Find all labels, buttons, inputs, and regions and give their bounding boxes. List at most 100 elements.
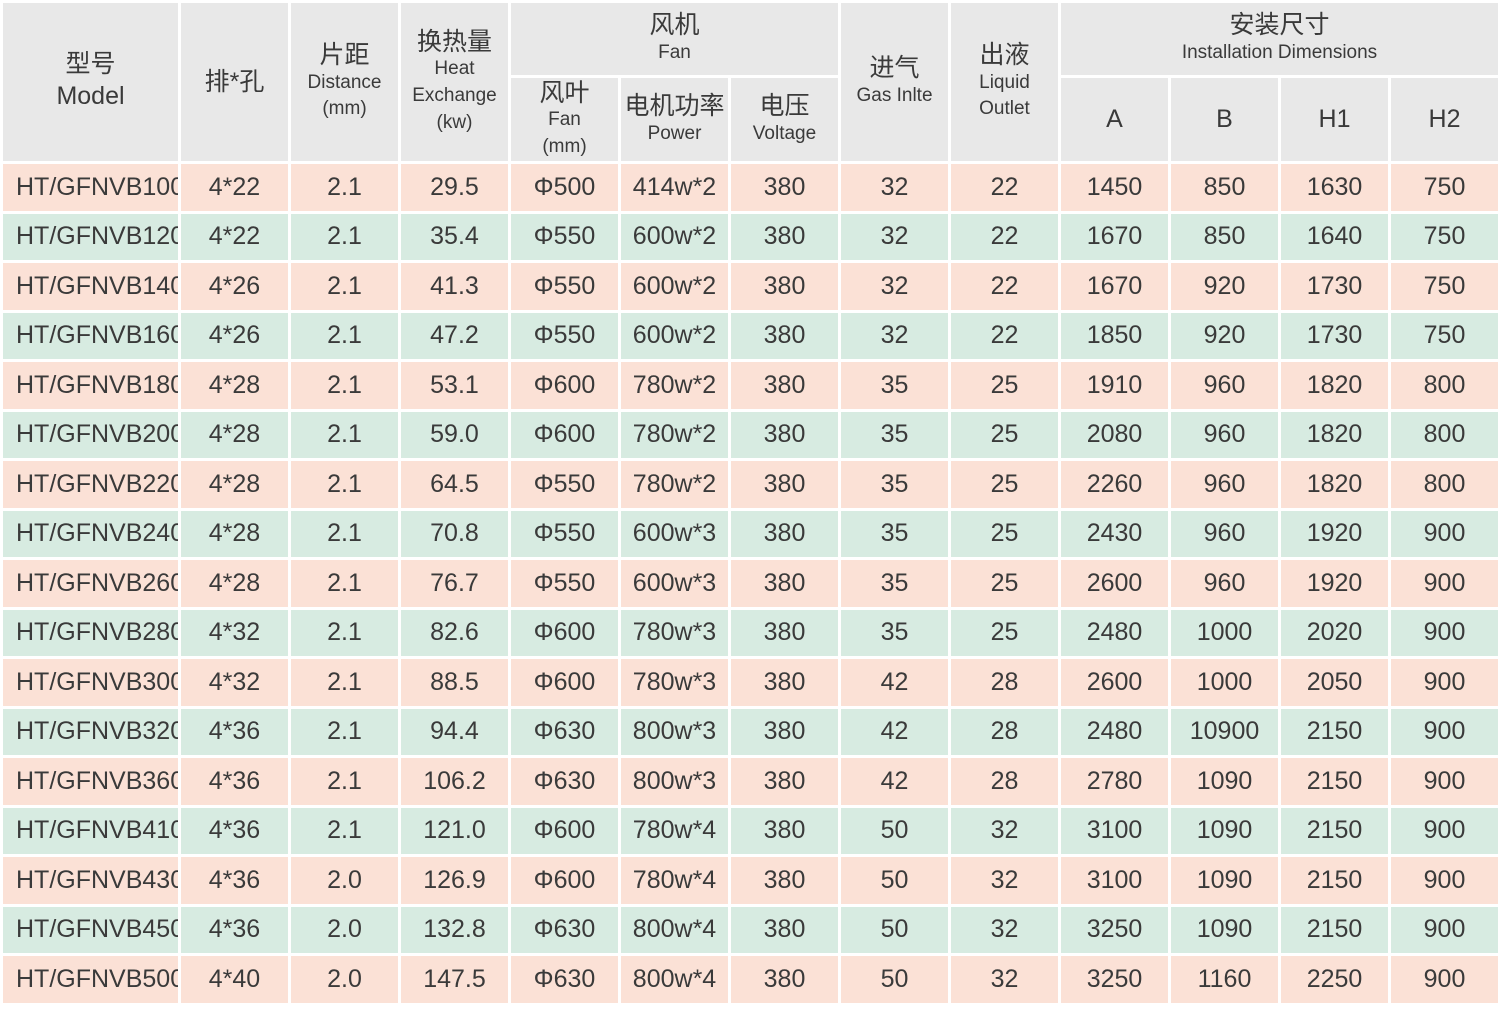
cell-heat-exchange: 88.5 — [401, 659, 508, 706]
cell-dim-h1: 1820 — [1281, 461, 1388, 508]
cell-heat-exchange: 76.7 — [401, 560, 508, 607]
cell-heat-exchange: 94.4 — [401, 708, 508, 755]
table-row: HT/GFNVB260 4*28 2.1 76.7 Φ550 600w*3 380 35 25 2… — [3, 560, 1498, 607]
cell-voltage: 380 — [731, 708, 838, 755]
cell-liquid-outlet: 25 — [951, 560, 1058, 607]
cell-liquid-outlet: 25 — [951, 510, 1058, 557]
cell-voltage: 380 — [731, 213, 838, 260]
cell-motor-power: 600w*2 — [621, 263, 728, 310]
header-heat-exchange-zh: 换热量 — [416, 27, 492, 56]
cell-dim-h2: 900 — [1391, 609, 1498, 656]
cell-dim-h2: 900 — [1391, 956, 1498, 1003]
cell-fan-blade: Φ550 — [511, 510, 618, 557]
cell-fan-blade: Φ550 — [511, 461, 618, 508]
header-voltage-en: Voltage — [752, 122, 817, 144]
cell-rows-holes: 4*28 — [181, 560, 288, 607]
cell-dim-a: 2600 — [1061, 659, 1168, 706]
table-row: HT/GFNVB280 4*32 2.1 82.6 Φ600 780w*3 380 35 25 2… — [3, 609, 1498, 656]
cell-distance: 2.1 — [291, 560, 398, 607]
cell-dim-h1: 1820 — [1281, 411, 1388, 458]
cell-model: HT/GFNVB120 — [3, 213, 178, 260]
table-row: HT/GFNVB160 4*26 2.1 47.2 Φ550 600w*2 380 32 22 1… — [3, 312, 1498, 359]
cell-motor-power: 800w*3 — [621, 758, 728, 805]
table-row: HT/GFNVB360 4*36 2.1 106.2 Φ630 800w*3 380 42 28… — [3, 758, 1498, 805]
cell-dim-b: 960 — [1171, 411, 1278, 458]
cell-heat-exchange: 82.6 — [401, 609, 508, 656]
cell-gas-inlet: 32 — [841, 164, 948, 211]
cell-dim-h1: 1920 — [1281, 560, 1388, 607]
cell-liquid-outlet: 28 — [951, 659, 1058, 706]
cell-dim-a: 1850 — [1061, 312, 1168, 359]
header-liquid-outlet-zh: 出液 — [979, 41, 1030, 70]
cell-dim-a: 3250 — [1061, 906, 1168, 953]
cell-motor-power: 780w*2 — [621, 362, 728, 409]
cell-heat-exchange: 64.5 — [401, 461, 508, 508]
cell-dim-h2: 900 — [1391, 758, 1498, 805]
table-row: HT/GFNVB300 4*32 2.1 88.5 Φ600 780w*3 380 42 28 2… — [3, 659, 1498, 706]
header-fan-en: Fan — [658, 42, 691, 64]
cell-fan-blade: Φ600 — [511, 411, 618, 458]
cell-dim-h1: 1920 — [1281, 510, 1388, 557]
header-install-dims-zh: 安装尺寸 — [1229, 11, 1330, 40]
cell-model: HT/GFNVB360 — [3, 758, 178, 805]
cell-dim-b: 10900 — [1171, 708, 1278, 755]
cell-motor-power: 780w*4 — [621, 857, 728, 904]
table-row: HT/GFNVB410 4*36 2.1 121.0 Φ600 780w*4 380 50 32… — [3, 807, 1498, 854]
cell-dim-h2: 900 — [1391, 857, 1498, 904]
cell-voltage: 380 — [731, 857, 838, 904]
cell-distance: 2.1 — [291, 807, 398, 854]
header-distance-zh: 片距 — [319, 41, 370, 70]
cell-rows-holes: 4*22 — [181, 164, 288, 211]
cell-distance: 2.1 — [291, 510, 398, 557]
cell-dim-h2: 800 — [1391, 461, 1498, 508]
cell-dim-b: 960 — [1171, 362, 1278, 409]
header-model-zh: 型号 — [65, 50, 116, 79]
cell-dim-h2: 900 — [1391, 906, 1498, 953]
cell-distance: 2.1 — [291, 708, 398, 755]
cell-model: HT/GFNVB300 — [3, 659, 178, 706]
cell-fan-blade: Φ550 — [511, 312, 618, 359]
cell-heat-exchange: 106.2 — [401, 758, 508, 805]
cell-dim-h1: 1630 — [1281, 164, 1388, 211]
cell-gas-inlet: 35 — [841, 510, 948, 557]
cell-heat-exchange: 126.9 — [401, 857, 508, 904]
cell-fan-blade: Φ550 — [511, 213, 618, 260]
cell-dim-a: 2260 — [1061, 461, 1168, 508]
cell-heat-exchange: 132.8 — [401, 906, 508, 953]
header-dim-h1: H1 — [1281, 78, 1388, 161]
cell-liquid-outlet: 32 — [951, 906, 1058, 953]
cell-model: HT/GFNVB180 — [3, 362, 178, 409]
table-row: HT/GFNVB240 4*28 2.1 70.8 Φ550 600w*3 380 35 25 2… — [3, 510, 1498, 557]
header-gas-inlet-en: Gas Inlte — [856, 85, 933, 107]
table-body: HT/GFNVB100 4*22 2.1 29.5 Φ500 414w*2 380 32 22 1… — [3, 164, 1498, 1003]
cell-liquid-outlet: 25 — [951, 362, 1058, 409]
header-fan: 风机 Fan — [511, 3, 838, 75]
header-install-dims-en: Installation Dimensions — [1181, 42, 1378, 64]
table-row: HT/GFNVB450 4*36 2.0 132.8 Φ630 800w*4 380 50 32… — [3, 906, 1498, 953]
cell-distance: 2.1 — [291, 758, 398, 805]
cell-rows-holes: 4*26 — [181, 263, 288, 310]
cell-motor-power: 800w*4 — [621, 906, 728, 953]
cell-distance: 2.1 — [291, 312, 398, 359]
cell-liquid-outlet: 22 — [951, 213, 1058, 260]
cell-voltage: 380 — [731, 461, 838, 508]
cell-dim-h2: 800 — [1391, 411, 1498, 458]
cell-fan-blade: Φ600 — [511, 609, 618, 656]
cell-gas-inlet: 35 — [841, 411, 948, 458]
cell-rows-holes: 4*28 — [181, 510, 288, 557]
cell-dim-b: 1090 — [1171, 758, 1278, 805]
cell-rows-holes: 4*22 — [181, 213, 288, 260]
cell-dim-a: 1450 — [1061, 164, 1168, 211]
spec-table: 型号 Model 排*孔 片距 Distance (mm) 换热量 Heat E… — [0, 0, 1500, 1006]
cell-fan-blade: Φ630 — [511, 906, 618, 953]
cell-dim-a: 2430 — [1061, 510, 1168, 557]
cell-dim-b: 850 — [1171, 164, 1278, 211]
header-voltage: 电压 Voltage — [731, 78, 838, 161]
cell-distance: 2.1 — [291, 362, 398, 409]
header-dim-h2: H2 — [1391, 78, 1498, 161]
cell-heat-exchange: 29.5 — [401, 164, 508, 211]
cell-dim-b: 960 — [1171, 510, 1278, 557]
header-liquid-outlet: 出液 Liquid Outlet — [951, 3, 1058, 161]
cell-gas-inlet: 35 — [841, 461, 948, 508]
cell-model: HT/GFNVB260 — [3, 560, 178, 607]
